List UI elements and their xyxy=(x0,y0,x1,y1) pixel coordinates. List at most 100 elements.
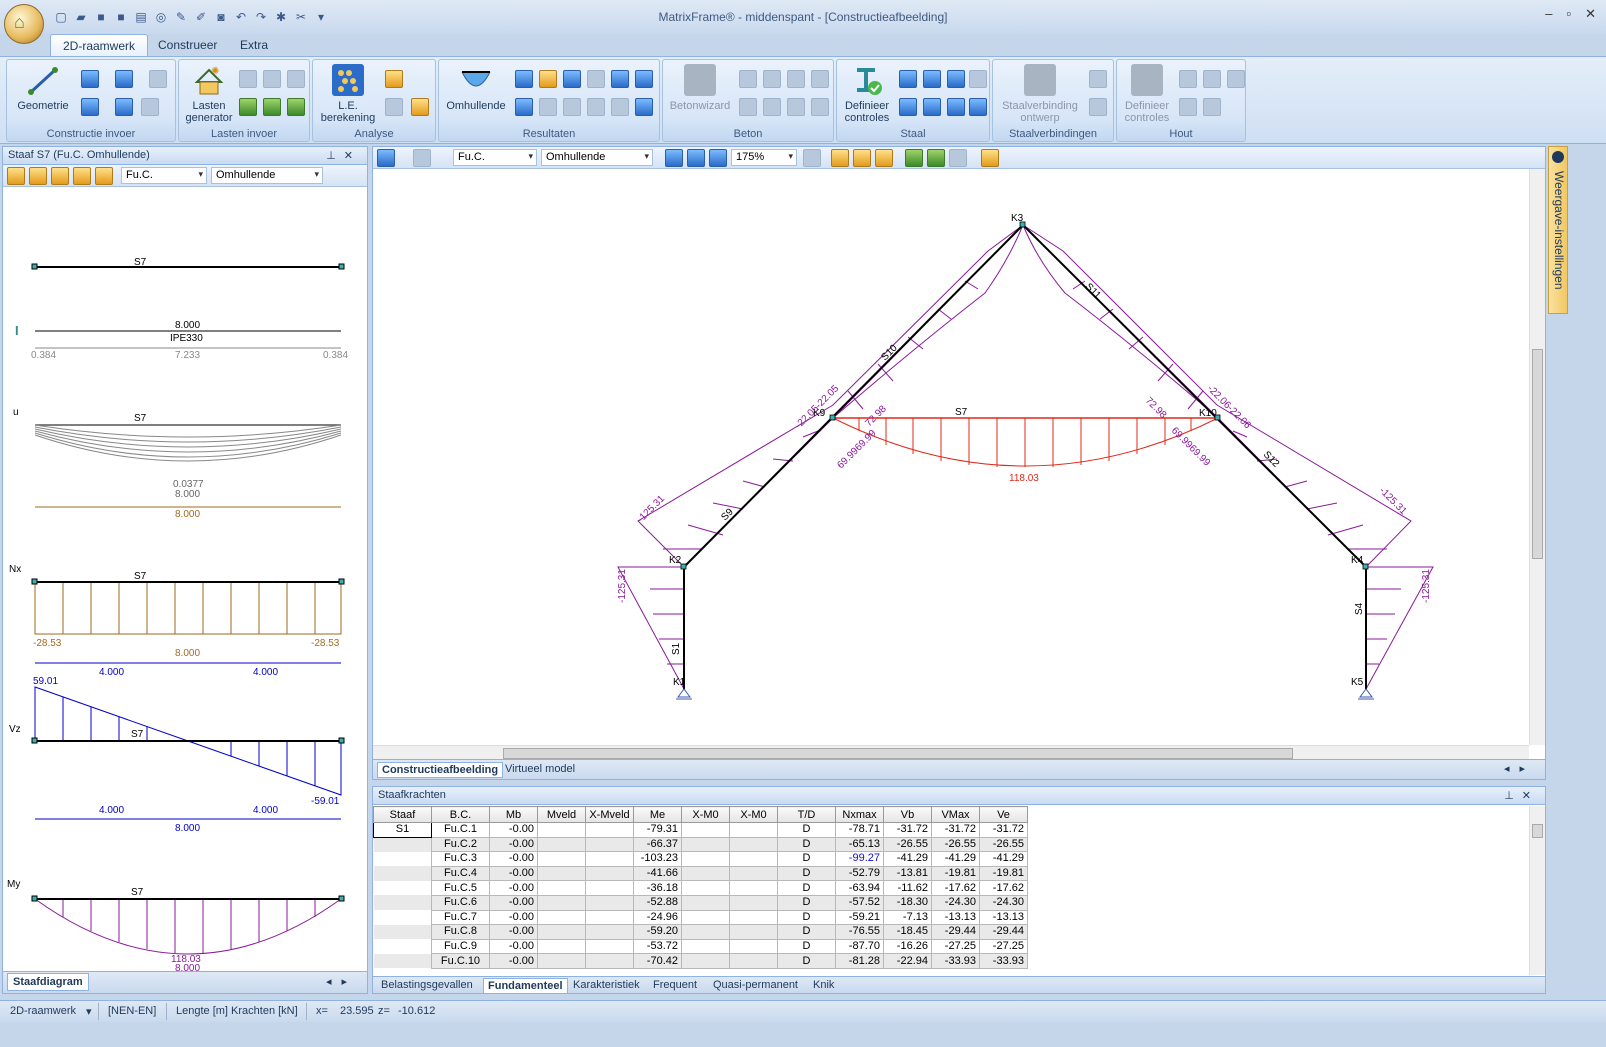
table-cell[interactable]: -66.37 xyxy=(633,836,682,853)
result-buckling-icon[interactable] xyxy=(587,98,605,116)
table-cell[interactable]: Fu.C.6 xyxy=(431,894,490,911)
table-cell[interactable]: -29.44 xyxy=(931,924,980,940)
table-cell[interactable]: -52.88 xyxy=(633,894,682,911)
steel-section-icon[interactable] xyxy=(969,70,987,88)
table-cell[interactable]: Fu.C.7 xyxy=(431,909,490,926)
column-header[interactable]: Vb xyxy=(883,806,932,823)
table-cell[interactable]: -19.81 xyxy=(979,865,1028,882)
table-cell[interactable]: -57.52 xyxy=(835,894,884,911)
table-cell[interactable]: -63.94 xyxy=(835,880,884,896)
timber-member-icon[interactable] xyxy=(1203,70,1221,88)
table-cell[interactable] xyxy=(585,822,634,838)
table-cell[interactable]: -18.45 xyxy=(883,924,932,940)
steel-optimize-icon[interactable] xyxy=(969,98,987,116)
table-pin-close-icon[interactable]: ⊥✕ xyxy=(1504,789,1539,802)
timber-report-icon[interactable] xyxy=(1179,98,1197,116)
table-cell[interactable]: -33.93 xyxy=(931,953,980,969)
column-header[interactable]: X-Mveld xyxy=(585,806,634,823)
column-header[interactable]: Ve xyxy=(979,806,1028,823)
column-header[interactable]: T/D xyxy=(777,806,836,823)
steel-report-icon[interactable] xyxy=(899,98,917,116)
column-header[interactable]: X-M0 xyxy=(729,806,778,823)
table-cell[interactable]: -0.00 xyxy=(489,909,538,926)
load-case-icon[interactable] xyxy=(239,70,257,88)
view-vertical-scrollbar[interactable] xyxy=(1529,169,1545,745)
table-cell[interactable]: -31.72 xyxy=(883,822,932,838)
tab-fundamenteel[interactable]: Fundamenteel xyxy=(483,978,568,994)
table-cell[interactable]: -17.62 xyxy=(979,880,1028,896)
table-cell[interactable]: -33.93 xyxy=(979,953,1028,969)
table-cell[interactable]: -26.55 xyxy=(883,836,932,853)
table-cell[interactable]: -11.62 xyxy=(883,880,932,896)
diagram-my-icon[interactable] xyxy=(95,167,113,185)
table-cell[interactable] xyxy=(373,866,432,881)
view-draw-icon[interactable] xyxy=(413,149,431,167)
result-mode-icon[interactable] xyxy=(563,98,581,116)
timber-section-icon[interactable] xyxy=(1227,70,1245,88)
concrete-stirrup-icon[interactable] xyxy=(763,98,781,116)
table-cell[interactable] xyxy=(729,822,778,838)
zoom-out-icon[interactable] xyxy=(687,149,705,167)
concrete-check-icon[interactable] xyxy=(787,98,805,116)
table-cell[interactable]: D xyxy=(777,865,836,882)
table-cell[interactable] xyxy=(729,924,778,940)
table-cell[interactable]: D xyxy=(777,851,836,867)
result-influence-icon[interactable] xyxy=(611,98,629,116)
lasten-generator-button[interactable]: ✺ Lasten generator xyxy=(181,64,237,124)
diagram-nx-icon[interactable] xyxy=(51,167,69,185)
table-cell[interactable] xyxy=(729,865,778,882)
table-cell[interactable] xyxy=(373,837,432,852)
result-displacement-icon[interactable] xyxy=(515,70,533,88)
section-icon[interactable] xyxy=(141,98,159,116)
table-row[interactable]: Fu.C.2 -0.00 -66.37 D -65.13 -26.55 -26.55 -26.… xyxy=(373,836,1028,853)
table-cell[interactable] xyxy=(537,953,586,969)
column-header[interactable]: Mveld xyxy=(537,806,586,823)
table-row[interactable]: Fu.C.3 -0.00 -103.23 D -99.27 -41.29 -41.29 -41… xyxy=(374,851,1028,867)
lp-combination-select[interactable]: Fu.C. xyxy=(121,167,207,184)
profile-icon[interactable] xyxy=(115,98,133,116)
table-cell[interactable] xyxy=(537,865,586,882)
tab-extra[interactable]: Extra xyxy=(228,34,280,56)
table-cell[interactable]: -24.96 xyxy=(633,909,682,926)
tab-frequent[interactable]: Frequent xyxy=(649,978,701,992)
table-cell[interactable]: D xyxy=(777,822,836,838)
table-cell[interactable]: -0.00 xyxy=(489,953,538,969)
table-cell[interactable]: -17.62 xyxy=(931,880,980,896)
table-cell[interactable]: -0.00 xyxy=(489,836,538,853)
pin-close-icon[interactable]: ⊥✕ xyxy=(326,149,361,162)
table-cell[interactable]: -16.26 xyxy=(883,938,932,955)
table-cell[interactable]: -41.29 xyxy=(883,851,932,867)
table-cell[interactable]: Fu.C.8 xyxy=(431,924,490,940)
table-cell[interactable]: -22.94 xyxy=(883,953,932,969)
table-cell[interactable] xyxy=(585,865,634,882)
table-cell[interactable] xyxy=(681,938,730,955)
table-cell[interactable]: -65.13 xyxy=(835,836,884,853)
table-cell[interactable] xyxy=(585,938,634,955)
table-cell[interactable] xyxy=(537,880,586,896)
table-cell[interactable] xyxy=(681,894,730,911)
table-cell[interactable]: -52.79 xyxy=(835,865,884,882)
lp-envelope-select[interactable]: Omhullende xyxy=(211,167,323,184)
result-shear-icon[interactable] xyxy=(563,70,581,88)
table-cell[interactable]: -41.29 xyxy=(931,851,980,867)
pan-icon[interactable] xyxy=(803,149,821,167)
table-cell[interactable]: -19.81 xyxy=(931,865,980,882)
column-header[interactable]: Mb xyxy=(489,806,538,823)
timber-buckling-icon[interactable] xyxy=(1179,70,1197,88)
definieer-controles-hout-button[interactable]: Definieer controles xyxy=(1119,64,1175,124)
table-cell[interactable] xyxy=(374,939,432,954)
table-cell[interactable]: -0.00 xyxy=(489,822,538,838)
table-cell[interactable]: -41.29 xyxy=(979,851,1028,867)
table-cell[interactable]: -29.44 xyxy=(979,924,1028,940)
table-cell[interactable]: -26.55 xyxy=(979,836,1028,853)
status-mode-dropdown-icon[interactable]: ▾ xyxy=(86,1005,92,1018)
calc-report-icon[interactable] xyxy=(385,98,403,116)
table-cell[interactable]: -13.13 xyxy=(979,909,1028,926)
table-cell[interactable] xyxy=(373,924,432,940)
steel-lateral-icon[interactable] xyxy=(923,70,941,88)
result-rotation-icon[interactable] xyxy=(539,98,557,116)
table-cell[interactable]: D xyxy=(777,880,836,896)
load-distribution-icon[interactable] xyxy=(263,98,281,116)
table-cell[interactable]: Fu.C.10 xyxy=(431,953,490,969)
maximize-icon[interactable]: ▫ xyxy=(1566,6,1571,22)
